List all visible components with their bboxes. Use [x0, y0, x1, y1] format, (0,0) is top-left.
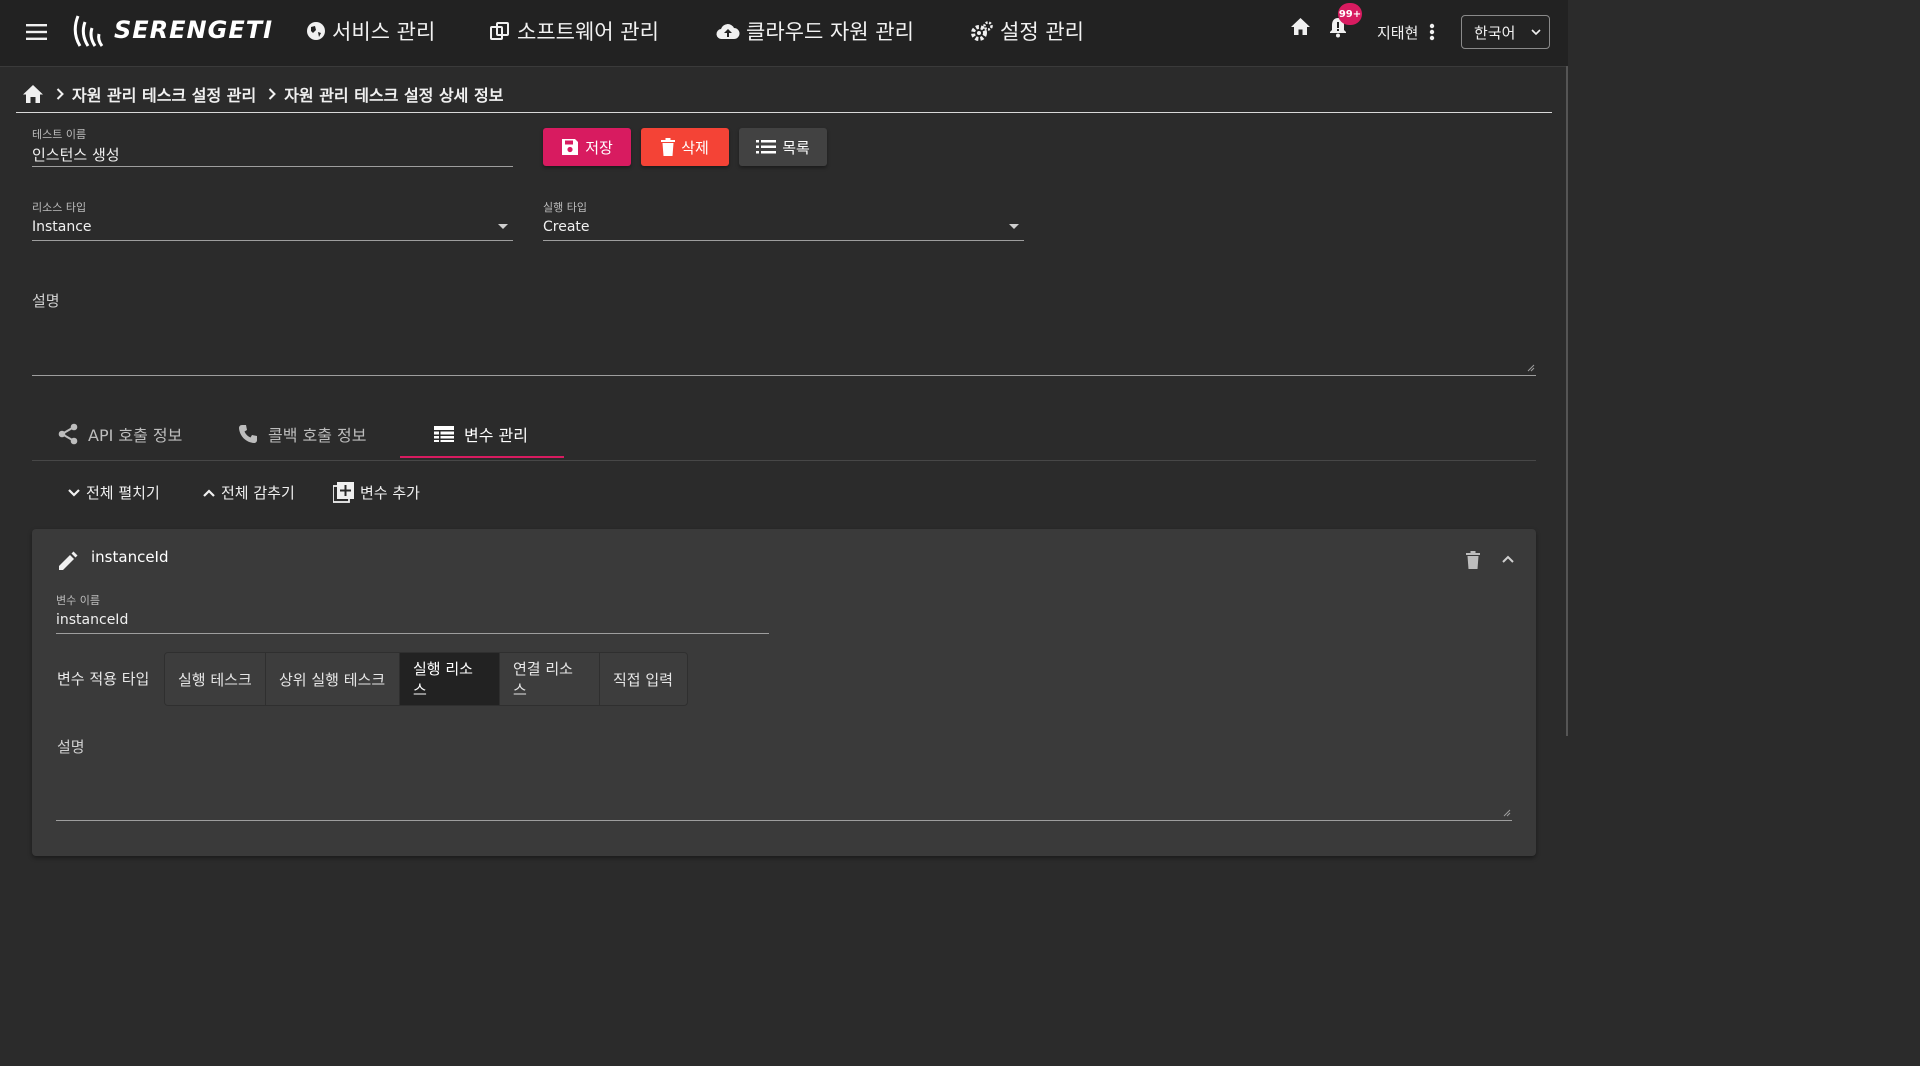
tab-callback-call-info[interactable]: 콜백 호출 정보 [238, 410, 367, 458]
software-icon [489, 21, 511, 41]
user-name[interactable]: 지태현 [1377, 22, 1418, 43]
app-logo[interactable]: SERENGETI [72, 12, 273, 48]
breadcrumb-item-task-settings[interactable]: 자원 관리 테스크 설정 관리 [72, 82, 256, 106]
page-scrollbar[interactable] [1566, 66, 1568, 736]
trash-icon [661, 138, 676, 156]
share-icon [58, 423, 78, 445]
resize-handle-icon[interactable] [1503, 809, 1511, 817]
detail-tabs: API 호출 정보 콜백 호출 정보 변수 관리 [32, 410, 1536, 461]
language-select[interactable]: 한국어 [1461, 15, 1550, 49]
delete-variable-icon[interactable] [1466, 551, 1480, 569]
more-vert-icon[interactable] [1429, 23, 1435, 41]
description-label: 설명 [32, 292, 60, 310]
nav-label: 소프트웨어 관리 [517, 20, 659, 44]
tab-variable-management[interactable]: 변수 관리 [434, 410, 528, 458]
gears-icon [970, 20, 994, 42]
add-variable-button[interactable]: 변수 추가 [333, 482, 420, 503]
nav-label: 클라우드 자원 관리 [746, 20, 914, 44]
resize-handle-icon[interactable] [1527, 364, 1535, 372]
nav-label: 서비스 관리 [332, 20, 436, 44]
apply-type-option-exec-task[interactable]: 실행 테스크 [165, 653, 266, 705]
apply-type-option-exec-resource[interactable]: 실행 리소스 [400, 653, 500, 705]
breadcrumb-divider [16, 112, 1552, 113]
logo-text: SERENGETI [114, 16, 274, 44]
description-underline [32, 375, 1536, 376]
tab-api-call-info[interactable]: API 호출 정보 [58, 410, 182, 458]
test-name-underline [32, 166, 513, 167]
chevron-up-icon [203, 488, 215, 497]
description-textarea[interactable] [32, 312, 1536, 374]
nav-service-management[interactable]: 서비스 관리 [306, 16, 435, 46]
test-name-input[interactable]: 인스턴스 생성 [32, 144, 120, 165]
collapse-card-icon[interactable] [1502, 555, 1514, 563]
pencil-icon [58, 551, 78, 571]
add-box-icon [333, 482, 354, 503]
save-icon [561, 138, 579, 156]
nav-software-management[interactable]: 소프트웨어 관리 [489, 16, 659, 46]
chevron-down-icon [1531, 29, 1541, 35]
list-label: 목록 [782, 138, 810, 157]
apply-type-option-linked-resource[interactable]: 연결 리소스 [500, 653, 600, 705]
variable-name-underline [56, 633, 769, 634]
table-icon [434, 426, 454, 442]
tab-label: API 호출 정보 [88, 426, 183, 445]
cloud-upload-icon [716, 22, 740, 40]
globe-icon [306, 21, 326, 41]
tab-label: 변수 관리 [464, 426, 528, 445]
list-icon [756, 140, 777, 154]
list-button[interactable]: 목록 [739, 128, 827, 166]
save-button[interactable]: 저장 [543, 128, 631, 166]
exec-type-label: 실행 타입 [543, 201, 587, 214]
tab-label: 콜백 호출 정보 [268, 426, 367, 445]
resource-type-underline [32, 240, 513, 241]
apply-type-label: 변수 적용 타입 [57, 670, 150, 688]
variable-name-label: 변수 이름 [56, 594, 100, 607]
chevron-right-icon [268, 88, 277, 100]
notification-badge: 99+ [1338, 3, 1362, 25]
exec-type-select[interactable]: Create [543, 219, 590, 235]
variable-description-underline [56, 820, 1512, 821]
chevron-right-icon [56, 88, 64, 100]
expand-all-label: 전체 펼치기 [86, 484, 160, 502]
nav-cloud-resource-management[interactable]: 클라우드 자원 관리 [716, 16, 914, 46]
exec-type-dropdown-icon[interactable] [1009, 224, 1019, 229]
breadcrumb-home-icon[interactable] [22, 84, 44, 104]
breadcrumb: 자원 관리 테스크 설정 관리 자원 관리 테스크 설정 상세 정보 [22, 82, 503, 106]
logo-mark-icon [72, 12, 108, 48]
resource-type-select[interactable]: Instance [32, 219, 92, 235]
variable-card-title[interactable]: instanceId [91, 548, 169, 566]
apply-type-toggle-group: 실행 테스크 상위 실행 테스크 실행 리소스 연결 리소스 직접 입력 [164, 652, 688, 706]
phone-icon [238, 424, 258, 444]
delete-label: 삭제 [681, 138, 709, 157]
exec-type-underline [543, 240, 1024, 241]
nav-settings-management[interactable]: 설정 관리 [970, 16, 1084, 46]
chevron-down-icon [68, 488, 80, 497]
resource-type-label: 리소스 타입 [32, 201, 87, 214]
save-label: 저장 [585, 138, 613, 157]
menu-icon[interactable] [26, 24, 47, 40]
top-app-bar: SERENGETI 서비스 관리 소프트웨어 관리 클라우드 자원 관리 설정 … [0, 0, 1568, 67]
delete-button[interactable]: 삭제 [641, 128, 729, 166]
breadcrumb-item-task-detail: 자원 관리 테스크 설정 상세 정보 [284, 86, 504, 105]
variable-description-textarea[interactable] [56, 758, 1512, 820]
apply-type-option-direct-input[interactable]: 직접 입력 [600, 653, 687, 705]
nav-label: 설정 관리 [1000, 20, 1084, 44]
language-value: 한국어 [1474, 23, 1516, 42]
variable-description-label: 설명 [57, 738, 85, 756]
collapse-all-button[interactable]: 전체 감추기 [203, 482, 295, 503]
variable-name-input[interactable]: instanceId [56, 612, 128, 628]
active-tab-indicator [400, 456, 564, 458]
resource-type-dropdown-icon[interactable] [498, 224, 508, 229]
test-name-label: 테스트 이름 [32, 128, 87, 141]
add-variable-label: 변수 추가 [360, 484, 420, 502]
home-icon[interactable] [1290, 17, 1311, 36]
apply-type-option-parent-task[interactable]: 상위 실행 테스크 [266, 653, 400, 705]
collapse-all-label: 전체 감추기 [221, 484, 295, 502]
expand-all-button[interactable]: 전체 펼치기 [68, 482, 160, 503]
